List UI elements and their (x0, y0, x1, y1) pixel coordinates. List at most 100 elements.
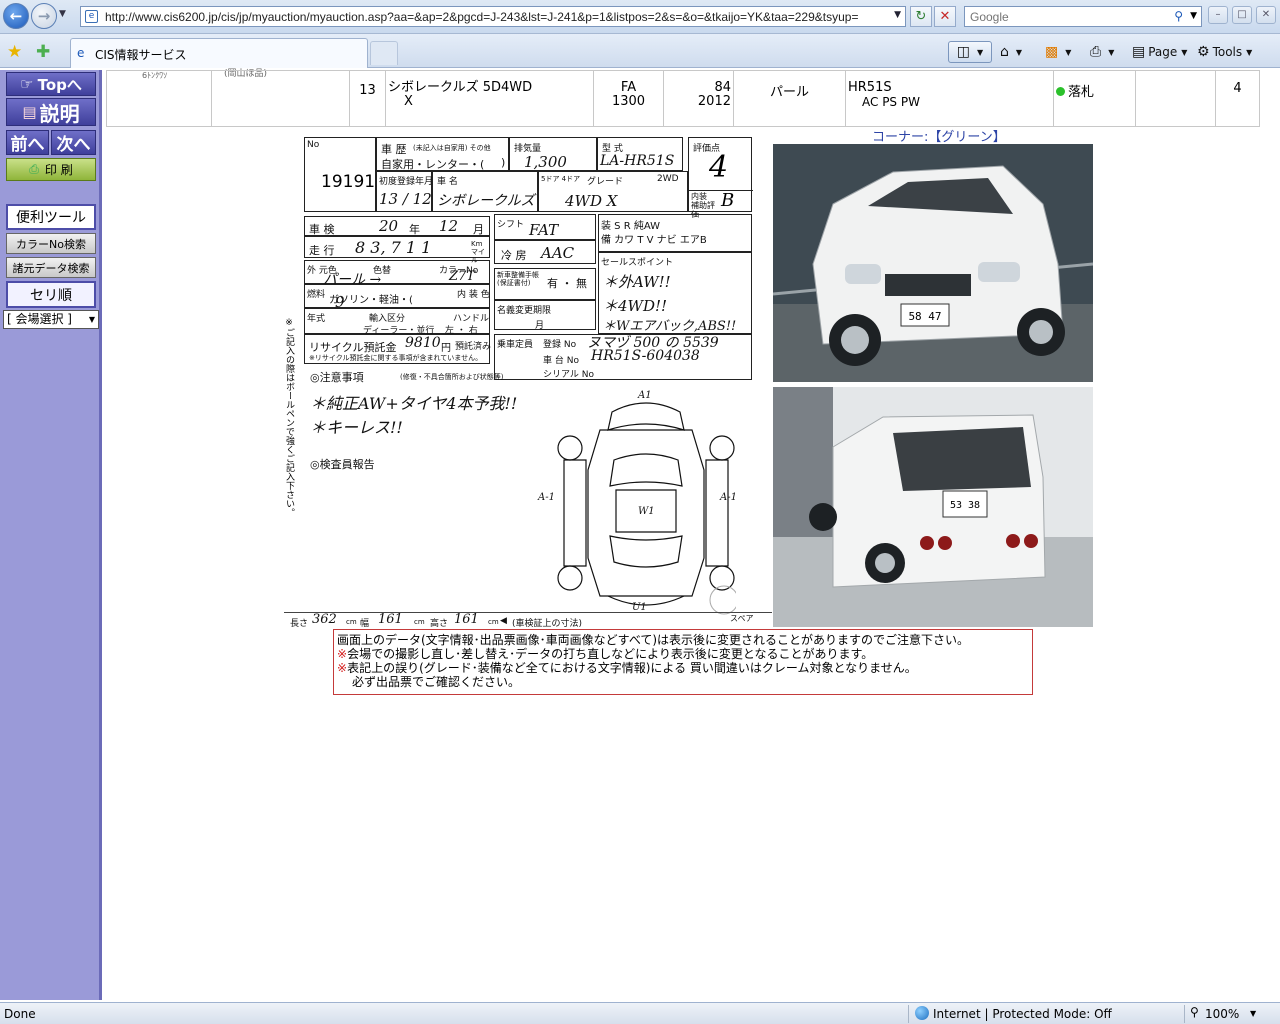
notice-box: 画面上のデータ(文字情報･出品票画像･車両画像などすべて)は表示後に変更されるこ… (333, 629, 1033, 695)
first-reg-hand: 13 / 12 (379, 190, 432, 208)
maximize-button[interactable]: □ (1232, 6, 1252, 24)
address-input[interactable] (105, 8, 885, 26)
page-menu-button[interactable]: ▤ Page ▼ (1132, 41, 1187, 63)
car-damage-diagram (557, 402, 736, 615)
search-dropdown-icon[interactable]: ▼ (1190, 11, 1197, 21)
search-box[interactable]: ⚲ ▼ (964, 6, 1202, 27)
model-type-box: 型 式 LA-HR51S (597, 137, 683, 171)
search-input[interactable] (970, 8, 1160, 26)
close-window-button[interactable]: ✕ (1256, 6, 1276, 24)
label: cm (414, 618, 425, 626)
top-button[interactable]: ☞ Topへ (6, 72, 96, 96)
history-box: 車 歴 (未記入は自家用) その他 自家用・レンター・( ) (376, 137, 509, 171)
tools-menu-button[interactable]: ⚙ Tools ▼ (1197, 41, 1252, 63)
color-box: 外 元色 色替 カラーNo パール → Z7T (304, 260, 490, 288)
venue-select[interactable]: [ 会場選択 ] ▼ (3, 310, 99, 329)
book-icon: ▤ (22, 103, 37, 121)
notice-mark: ※ (337, 647, 348, 661)
model-grade: X (404, 94, 413, 109)
back-button[interactable]: ← (3, 3, 29, 29)
cc-hand: 1,300 (524, 153, 567, 171)
print-label: 印 刷 (44, 163, 73, 177)
label: 有 ・ 無 (547, 277, 587, 290)
address-dropdown-icon[interactable]: ▼ (894, 10, 901, 20)
cc-box: 排気量 1,300 (509, 137, 597, 171)
address-box[interactable]: e ▼ (80, 6, 906, 27)
label: 幅 (360, 619, 370, 629)
prev-button[interactable]: 前へ (6, 130, 49, 155)
label: ◀ (500, 616, 507, 626)
recycle-box: リサイクル預託金 9810 円 預託済み ※リサイクル預託金に関する事項が含まれ… (304, 334, 491, 364)
print-menu-button[interactable]: ⎙ ▼ (1090, 41, 1114, 63)
stop-button[interactable]: ✕ (934, 6, 956, 27)
diagram-mark: A-1 (720, 492, 737, 503)
aircon-hand: AAC (541, 244, 575, 262)
auction-order-button[interactable]: セリ順 (6, 281, 96, 308)
chevron-down-icon: ▼ (1108, 47, 1115, 57)
address-bar-row: ← → ▼ e ▼ ↻ ✕ ⚲ ▼ – □ ✕ (0, 0, 1280, 34)
cell-result: 落札 (1053, 70, 1136, 127)
feeds-button[interactable]: ▩ ▼ (1045, 41, 1071, 63)
add-favorite-icon[interactable]: ✚ (36, 42, 50, 62)
security-zone-text[interactable]: Internet | Protected Mode: Off (933, 1007, 1112, 1021)
favorites-star-icon[interactable]: ★ (7, 42, 22, 62)
compat-view-button[interactable]: ◫ ▼ (948, 41, 992, 63)
model-name: シボレークルズ 5D4WD (388, 80, 533, 95)
cell-empty (211, 70, 350, 127)
registration-box: 乗車定員 登録 No ヌマヅ 500 の 5539 車 台 No HR51S-6… (494, 334, 752, 380)
explain-button[interactable]: ▤ 説明 (6, 98, 96, 126)
model-type-hand: LA-HR51S (600, 153, 675, 169)
refresh-button[interactable]: ↻ (910, 6, 932, 27)
car-rear-photo[interactable]: 53 38 (773, 387, 1093, 627)
home-icon: ⌂ (1000, 44, 1009, 60)
spec-data-search-button[interactable]: 諸元データ検索 (6, 257, 96, 278)
table-row[interactable]: 13 シボレークルズ 5D4WD X FA 1300 84 2012 パール H… (106, 70, 1260, 127)
cc-value: 1300 (611, 94, 646, 109)
minimize-button[interactable]: – (1208, 6, 1228, 24)
length-hand: 362 (312, 612, 337, 627)
label: 長さ (290, 619, 309, 629)
equip-value: AC PS PW (862, 95, 920, 109)
diagram-mark: A1 (638, 390, 652, 401)
zoom-icon: ⚲ (1190, 1005, 1199, 1019)
label: 自家用・レンター・( (381, 158, 485, 171)
notes-heading: ◎注意事項 (310, 371, 364, 384)
label: 車 検 (309, 223, 335, 236)
tab-cis[interactable]: e CIS情報サービス (70, 38, 368, 68)
label: ) (501, 156, 506, 169)
cell-chassis: HR51S AC PS PW (845, 70, 1054, 127)
corner-label: コーナー:【グリーン】 (872, 130, 1006, 145)
color-no-search-button[interactable]: カラーNo検索 (6, 233, 96, 254)
next-button[interactable]: 次へ (51, 130, 96, 155)
diagram-mark: A-1 (538, 492, 555, 503)
home-button[interactable]: ⌂ ▼ (1000, 41, 1022, 63)
grade-box: 5ドア 4ドア グレード 4WD X 2WD (538, 171, 688, 212)
label: 月 (473, 223, 484, 236)
car-front-photo[interactable]: 58 47 (773, 144, 1093, 382)
print-button[interactable]: ⎙ 印 刷 (6, 158, 96, 181)
notice-line: 必ず出品票でご確認ください。 (352, 675, 521, 689)
cell-color: パール (733, 70, 846, 127)
label: (車検証上の寸法) (512, 619, 583, 629)
label: 新車整備手帳 (保証書付) (497, 271, 539, 287)
cell-seq: 13 (349, 70, 386, 127)
forward-button[interactable]: → (31, 3, 57, 29)
diagram-mark: W1 (638, 506, 655, 517)
new-tab-button[interactable] (370, 41, 398, 65)
car-name-hand: シボレークルズ (437, 193, 535, 209)
page-icon: ▤ (1132, 44, 1146, 60)
label: 年 (409, 223, 420, 236)
chevron-down-icon[interactable]: ▼ (1250, 1009, 1256, 1018)
trans-value: FA (620, 80, 637, 95)
globe-icon (915, 1006, 929, 1020)
result-value: 落札 (1068, 85, 1095, 100)
lot-no-box: No 19191 (304, 137, 376, 212)
photo-plate-text: 58 47 (908, 310, 941, 323)
search-icon[interactable]: ⚲ (1174, 9, 1183, 23)
venue-select-value: [ 会場選択 ] (7, 312, 72, 326)
history-dropdown-icon[interactable]: ▼ (59, 9, 66, 19)
compat-icon: ◫ (956, 44, 971, 60)
zoom-level[interactable]: 100% (1205, 1007, 1239, 1021)
label: 燃料 (307, 290, 326, 300)
grade-hand: 4WD X (565, 192, 618, 210)
